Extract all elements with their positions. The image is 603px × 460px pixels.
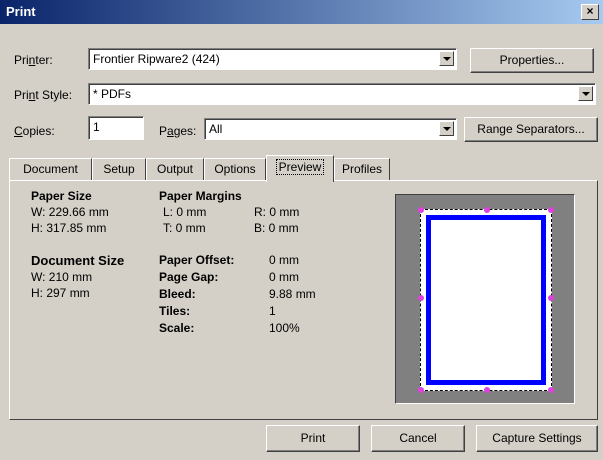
tiles-label: Tiles: <box>159 304 191 318</box>
tab-setup[interactable]: Setup <box>92 158 146 180</box>
tab-document[interactable]: Document <box>9 158 92 180</box>
copies-value: 1 <box>93 120 100 134</box>
print-style-label: Print Style: <box>14 88 73 102</box>
document-size-heading: Document Size <box>31 253 125 268</box>
pages-value: All <box>209 122 223 136</box>
copies-input[interactable]: 1 <box>88 116 144 140</box>
properties-button-label: Properties... <box>499 53 565 67</box>
pages-select[interactable]: All <box>204 118 457 140</box>
handle-bottom-icon <box>484 387 490 393</box>
range-separators-button-label: Range Separators... <box>477 122 585 136</box>
document-page-frame <box>426 215 546 385</box>
tab-profiles[interactable]: Profiles <box>334 158 390 180</box>
cancel-button-label: Cancel <box>399 431 437 445</box>
tab-output-label: Output <box>156 162 194 176</box>
document-size-width: W: 210 mm <box>31 270 93 284</box>
print-button[interactable]: Print <box>266 425 360 452</box>
handle-top-icon <box>484 207 490 213</box>
paper-size-width: W: 229.66 mm <box>31 205 109 219</box>
handle-right-icon <box>548 295 554 301</box>
margin-left: L: 0 mm <box>163 205 207 219</box>
paper-margins-heading: Paper Margins <box>159 189 242 203</box>
printer-dropdown-arrow-icon[interactable] <box>439 51 454 66</box>
cancel-button[interactable]: Cancel <box>371 425 465 452</box>
copies-label: Copies: <box>14 124 55 138</box>
printer-label: Printer: <box>14 53 53 67</box>
tab-preview-label: Preview <box>275 159 325 175</box>
bleed-value: 9.88 mm <box>269 287 316 301</box>
capture-settings-button-label: Capture Settings <box>492 431 582 445</box>
page-preview <box>395 194 575 404</box>
handle-bottom-right-icon <box>548 387 554 393</box>
tab-preview[interactable]: Preview <box>266 155 334 182</box>
print-style-select[interactable]: * PDFs <box>88 83 596 105</box>
tab-options[interactable]: Options <box>204 158 266 180</box>
paper-size-heading: Paper Size <box>31 189 92 203</box>
paper-offset-label: Paper Offset: <box>159 253 235 267</box>
capture-settings-button[interactable]: Capture Settings <box>476 425 598 452</box>
close-button[interactable]: × <box>581 4 599 20</box>
handle-top-right-icon <box>548 207 554 213</box>
print-button-label: Print <box>300 431 326 445</box>
pages-dropdown-arrow-icon[interactable] <box>439 121 454 136</box>
tab-setup-label: Setup <box>103 162 135 176</box>
title-bar: Print × <box>0 0 603 24</box>
tab-options-label: Options <box>214 162 256 176</box>
handle-top-left-icon <box>418 207 424 213</box>
printer-select[interactable]: Frontier Ripware2 (424) <box>88 48 457 70</box>
document-size-height: H: 297 mm <box>31 286 90 300</box>
page-gap-value: 0 mm <box>269 270 299 284</box>
preview-panel: Paper Size W: 229.66 mm H: 317.85 mm Pap… <box>9 180 598 420</box>
print-style-dropdown-arrow-icon[interactable] <box>578 86 593 101</box>
range-separators-button[interactable]: Range Separators... <box>464 117 598 142</box>
print-style-value: * PDFs <box>93 87 132 101</box>
pages-label: Pages: <box>159 124 197 138</box>
scale-label: Scale: <box>159 321 195 335</box>
tab-output[interactable]: Output <box>146 158 204 180</box>
printer-value: Frontier Ripware2 (424) <box>93 52 220 66</box>
paper-size-height: H: 317.85 mm <box>31 221 107 235</box>
handle-bottom-left-icon <box>418 387 424 393</box>
tiles-value: 1 <box>269 304 276 318</box>
tab-profiles-label: Profiles <box>341 162 382 176</box>
margin-bottom: B: 0 mm <box>254 221 299 235</box>
paper-sheet <box>418 207 554 393</box>
margin-right: R: 0 mm <box>254 205 300 219</box>
tab-document-label: Document <box>23 162 78 176</box>
scale-value: 100% <box>269 321 300 335</box>
bleed-label: Bleed: <box>159 287 196 301</box>
handle-left-icon <box>418 295 424 301</box>
page-gap-label: Page Gap: <box>159 270 219 284</box>
margin-top: T: 0 mm <box>163 221 206 235</box>
window-title: Print <box>6 4 36 19</box>
properties-button[interactable]: Properties... <box>470 48 594 73</box>
paper-offset-value: 0 mm <box>269 253 299 267</box>
